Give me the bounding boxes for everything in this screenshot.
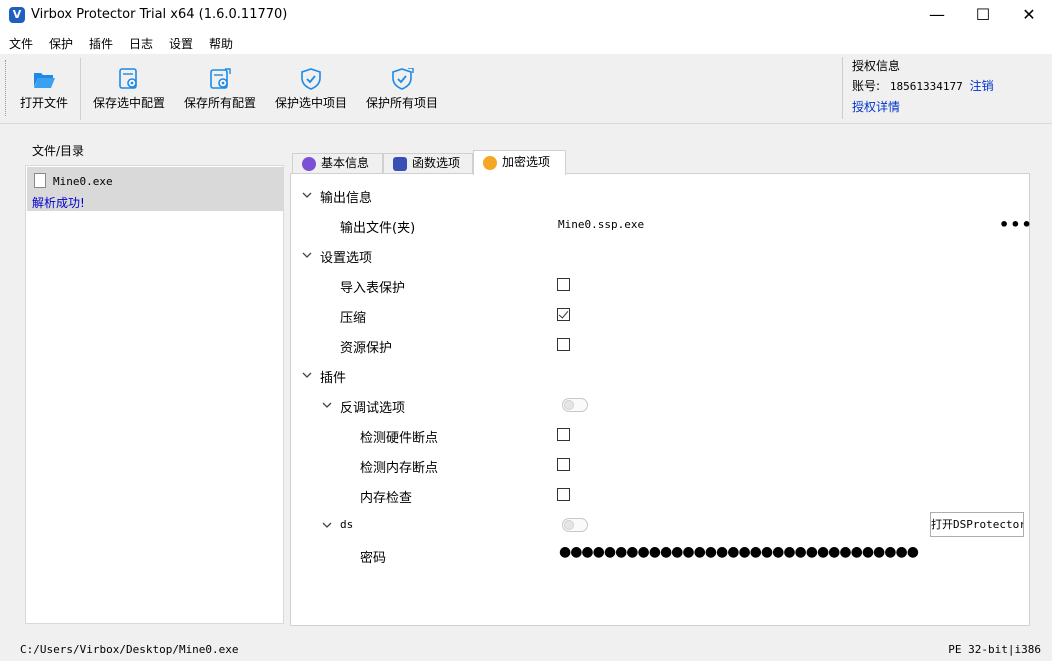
logout-link[interactable]: 注销 [970, 79, 994, 93]
file-icon [34, 173, 46, 188]
ds-toggle[interactable] [562, 518, 588, 532]
anti-debug-row[interactable]: 反调试选项 [291, 390, 1029, 420]
mem-breakpoint-label: 检测内存断点 [360, 461, 439, 476]
ds-row[interactable]: ds 打开DSProtector [291, 510, 1029, 540]
section-output[interactable]: 输出信息 [291, 180, 1029, 210]
status-file-path: C:/Users/Virbox/Desktop/Mine0.exe [20, 643, 239, 656]
ds-label: ds [340, 518, 354, 531]
config-gear-icon [119, 68, 137, 89]
waveform-icon [393, 157, 407, 171]
import-table-protection-checkbox[interactable] [557, 278, 570, 291]
section-title: 插件 [320, 371, 347, 386]
lock-icon [483, 156, 497, 170]
save-selected-config-button[interactable]: 保存选中配置 [92, 68, 166, 118]
mem-check-label: 内存检查 [360, 491, 413, 506]
tab-encryption-options[interactable]: 加密选项 [473, 150, 566, 175]
account-label: 账号: [852, 79, 881, 93]
resource-protection-checkbox[interactable] [557, 338, 570, 351]
compress-row: 压缩 [291, 300, 1029, 330]
close-button[interactable]: ✕ [1006, 0, 1052, 32]
protect-selected-label: 保护选中项目 [274, 96, 347, 110]
password-row: 密码 ●●●●●●●●●●●●●●●●●●●●●●●●●●●●●●●● [291, 540, 1029, 570]
tab-basic-info[interactable]: 基本信息 [292, 153, 383, 174]
status-bar: C:/Users/Virbox/Desktop/Mine0.exe PE 32-… [0, 639, 1052, 661]
toolbar-grip[interactable] [5, 60, 9, 116]
account-line: 账号: 18561334177 注销 [852, 77, 994, 94]
save-selected-config-label: 保存选中配置 [92, 96, 165, 110]
chevron-down-icon [322, 522, 332, 528]
config-all-gear-icon [210, 68, 231, 89]
password-field[interactable]: ●●●●●●●●●●●●●●●●●●●●●●●●●●●●●●●● [559, 544, 919, 560]
anti-debug-toggle[interactable] [562, 398, 588, 412]
mem-check-row: 内存检查 [291, 480, 1029, 510]
chat-bubble-icon [302, 157, 316, 171]
files-group-label: 文件/目录 [30, 142, 87, 159]
file-item[interactable]: Mine0.exe 解析成功! [27, 167, 283, 211]
more-options-button[interactable]: ••• [999, 215, 1033, 234]
auth-info-panel: 授权信息 账号: 18561334177 注销 授权详情 [842, 57, 1048, 119]
resource-protection-row: 资源保护 [291, 330, 1029, 360]
menu-settings[interactable]: 设置 [169, 35, 193, 52]
menu-plugins[interactable]: 插件 [89, 35, 113, 52]
chevron-down-icon [302, 372, 312, 378]
section-title: 设置选项 [320, 251, 373, 266]
maximize-button[interactable]: ☐ [960, 0, 1006, 32]
menu-help[interactable]: 帮助 [209, 35, 233, 52]
mem-check-checkbox[interactable] [557, 488, 570, 501]
section-settings[interactable]: 设置选项 [291, 240, 1029, 270]
chevron-down-icon [322, 402, 332, 408]
protect-selected-button[interactable]: 保护选中项目 [274, 68, 348, 118]
output-file-value: Mine0.ssp.exe [558, 218, 645, 231]
output-file-label: 输出文件(夹) [340, 221, 416, 236]
hw-breakpoint-row: 检测硬件断点 [291, 420, 1029, 450]
open-dsprotector-button[interactable]: 打开DSProtector [930, 512, 1024, 537]
shield-check-icon [301, 68, 321, 90]
tab-label: 基本信息 [321, 156, 370, 170]
auth-title: 授权信息 [852, 59, 901, 73]
file-list: Mine0.exe 解析成功! [25, 165, 284, 624]
hw-breakpoint-checkbox[interactable] [557, 428, 570, 441]
menu-protect[interactable]: 保护 [49, 35, 73, 52]
tab-label: 加密选项 [502, 155, 551, 169]
menu-file[interactable]: 文件 [9, 35, 33, 52]
import-table-protection-row: 导入表保护 [291, 270, 1029, 300]
chevron-down-icon [302, 252, 312, 258]
resource-protection-label: 资源保护 [340, 341, 393, 356]
output-file-row: 输出文件(夹) Mine0.ssp.exe ••• [291, 210, 1032, 240]
mem-breakpoint-checkbox[interactable] [557, 458, 570, 471]
toolbar-separator [80, 58, 81, 120]
menu-log[interactable]: 日志 [129, 35, 153, 52]
status-architecture: PE 32-bit|i386 [948, 643, 1041, 656]
password-label: 密码 [360, 551, 387, 566]
save-all-config-button[interactable]: 保存所有配置 [183, 68, 257, 118]
auth-details-link[interactable]: 授权详情 [852, 98, 900, 115]
app-logo-icon: V [9, 7, 25, 23]
open-file-button[interactable]: 打开文件 [18, 68, 70, 118]
folder-open-icon [34, 73, 55, 88]
section-title: 输出信息 [320, 191, 373, 206]
shield-check-all-icon [392, 68, 414, 90]
account-value: 18561334177 [889, 80, 963, 93]
section-plugins[interactable]: 插件 [291, 360, 1029, 390]
tab-label: 函数选项 [412, 156, 461, 170]
file-name: Mine0.exe [53, 175, 113, 188]
protect-all-button[interactable]: 保护所有项目 [365, 68, 439, 118]
tab-function-options[interactable]: 函数选项 [383, 153, 473, 174]
encryption-options-panel: 输出信息 输出文件(夹) Mine0.ssp.exe ••• 设置选项 导入表保… [290, 173, 1032, 626]
compress-label: 压缩 [340, 311, 367, 326]
window-title: Virbox Protector Trial x64 (1.6.0.11770) [31, 7, 288, 22]
file-status: 解析成功! [32, 196, 85, 210]
title-bar: V Virbox Protector Trial x64 (1.6.0.1177… [0, 0, 1052, 32]
hw-breakpoint-label: 检测硬件断点 [360, 431, 439, 446]
import-table-protection-label: 导入表保护 [340, 281, 406, 296]
open-file-label: 打开文件 [19, 96, 68, 110]
protect-all-label: 保护所有项目 [365, 96, 438, 110]
compress-checkbox[interactable] [557, 308, 570, 321]
chevron-down-icon [302, 192, 312, 198]
save-all-config-label: 保存所有配置 [183, 96, 256, 110]
anti-debug-label: 反调试选项 [340, 401, 406, 416]
minimize-button[interactable]: — [914, 0, 960, 32]
mem-breakpoint-row: 检测内存断点 [291, 450, 1029, 480]
menu-bar: 文件 保护 插件 日志 设置 帮助 [0, 32, 1052, 54]
